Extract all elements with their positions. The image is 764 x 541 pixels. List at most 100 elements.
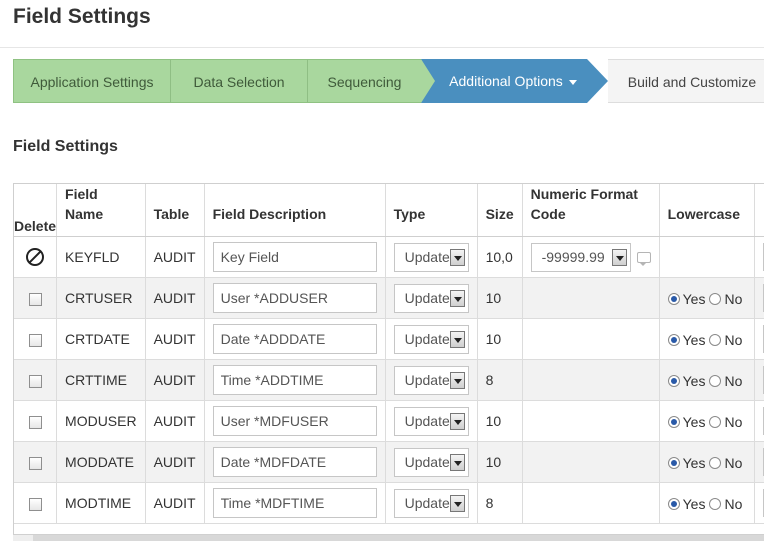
delete-cell (14, 482, 58, 524)
type-select[interactable]: Update (393, 488, 469, 518)
type-select[interactable]: Update (393, 406, 469, 436)
delete-checkbox[interactable] (28, 374, 42, 388)
lowercase-cell (659, 236, 756, 278)
description-cell (204, 482, 386, 524)
table-name: AUDIT (145, 400, 205, 442)
lowercase-yes-radio[interactable] (667, 292, 680, 305)
yes-label: Yes (682, 372, 706, 389)
field-description-input[interactable] (212, 365, 377, 395)
page-title: Field Settings (13, 5, 151, 28)
field-description-input[interactable] (212, 488, 377, 518)
wizard-step-data-selection[interactable]: Data Selection (171, 59, 308, 103)
type-select[interactable]: Update (393, 365, 469, 395)
lowercase-no-radio[interactable] (709, 374, 722, 387)
wizard-step-application-settings[interactable]: Application Settings (13, 59, 171, 103)
table-row: CRTUSER AUDIT Update 10 Yes No (14, 277, 764, 319)
wizard-step-build-and-customize[interactable]: Build and Customize (608, 59, 764, 103)
lowercase-yes-radio[interactable] (667, 456, 680, 469)
field-settings-table: Delete Field Name Table Field Descriptio… (13, 183, 764, 534)
table-name: AUDIT (145, 482, 205, 524)
type-value: Update (404, 453, 450, 470)
lowercase-yes-radio[interactable] (667, 415, 680, 428)
column-header-size: Size (477, 184, 523, 237)
dropdown-arrow-icon (449, 289, 465, 307)
type-cell: Update (385, 236, 478, 278)
wizard-step-sequencing[interactable]: Sequencing (308, 59, 421, 103)
title-divider (0, 47, 764, 48)
delete-checkbox[interactable] (28, 456, 42, 470)
format-cell (522, 359, 660, 401)
lowercase-no-radio[interactable] (709, 292, 722, 305)
lowercase-no-radio[interactable] (709, 333, 722, 346)
no-label: No (724, 454, 743, 471)
field-description-input[interactable] (212, 283, 377, 313)
lowercase-yes-radio[interactable] (667, 333, 680, 346)
field-description-input[interactable] (212, 242, 377, 272)
delete-checkbox[interactable] (28, 415, 42, 429)
horizontal-scrollbar[interactable] (13, 534, 764, 541)
scrollbar-thumb[interactable] (33, 535, 764, 541)
no-label: No (724, 290, 743, 307)
numeric-format-select[interactable]: -99999.99 (530, 242, 631, 272)
delete-checkbox[interactable] (28, 333, 42, 347)
field-name: CRTUSER (56, 277, 146, 319)
delete-cell (14, 441, 58, 483)
type-select[interactable]: Update (393, 283, 469, 313)
lowercase-cell: Yes No (659, 441, 756, 483)
partial-cell (754, 359, 764, 401)
no-label: No (724, 495, 743, 512)
lowercase-cell: Yes No (659, 277, 756, 319)
lowercase-cell: Yes No (659, 318, 756, 360)
comment-icon[interactable] (636, 252, 651, 267)
lowercase-cell: Yes No (659, 482, 756, 524)
field-name: MODTIME (56, 482, 146, 524)
type-value: Update (404, 412, 450, 429)
field-description-input[interactable] (212, 324, 377, 354)
lowercase-yes-radio[interactable] (667, 374, 680, 387)
description-cell (204, 441, 386, 483)
field-name: MODDATE (56, 441, 146, 483)
field-name: CRTDATE (56, 318, 146, 360)
partial-cell (754, 400, 764, 442)
column-header-field-description: Field Description (204, 184, 386, 237)
dropdown-arrow-icon (449, 330, 465, 348)
lowercase-no-radio[interactable] (709, 497, 722, 510)
description-cell (204, 400, 386, 442)
type-select[interactable]: Update (393, 324, 469, 354)
type-value: Update (404, 248, 450, 265)
dropdown-arrow-icon (611, 248, 627, 266)
type-select[interactable]: Update (393, 447, 469, 477)
size-cell: 10,0 (477, 236, 523, 278)
field-name: MODUSER (56, 400, 146, 442)
lowercase-no-radio[interactable] (709, 415, 722, 428)
table-row: MODUSER AUDIT Update 10 Yes No (14, 400, 764, 442)
partial-cell (754, 318, 764, 360)
table-name: AUDIT (145, 236, 205, 278)
column-header-table: Table (145, 184, 205, 237)
delete-checkbox[interactable] (28, 497, 42, 511)
lowercase-no-radio[interactable] (709, 456, 722, 469)
delete-checkbox[interactable] (28, 292, 42, 306)
wizard-step-additional-options[interactable]: Additional Options (421, 59, 587, 103)
type-cell: Update (385, 400, 478, 442)
column-header-delete: Delete (14, 184, 58, 237)
partial-cell (754, 441, 764, 483)
lowercase-yes-radio[interactable] (667, 497, 680, 510)
yes-label: Yes (682, 413, 706, 430)
type-cell: Update (385, 277, 478, 319)
size-cell: 10 (477, 318, 523, 360)
yes-label: Yes (682, 454, 706, 471)
field-description-input[interactable] (212, 406, 377, 436)
step-arrow-icon (587, 59, 608, 103)
size-cell: 10 (477, 441, 523, 483)
type-value: Update (404, 371, 450, 388)
no-label: No (724, 372, 743, 389)
type-cell: Update (385, 441, 478, 483)
no-label: No (724, 331, 743, 348)
field-description-input[interactable] (212, 447, 377, 477)
description-cell (204, 359, 386, 401)
delete-cell (14, 277, 58, 319)
type-cell: Update (385, 359, 478, 401)
description-cell (204, 236, 386, 278)
type-select[interactable]: Update (393, 242, 469, 272)
